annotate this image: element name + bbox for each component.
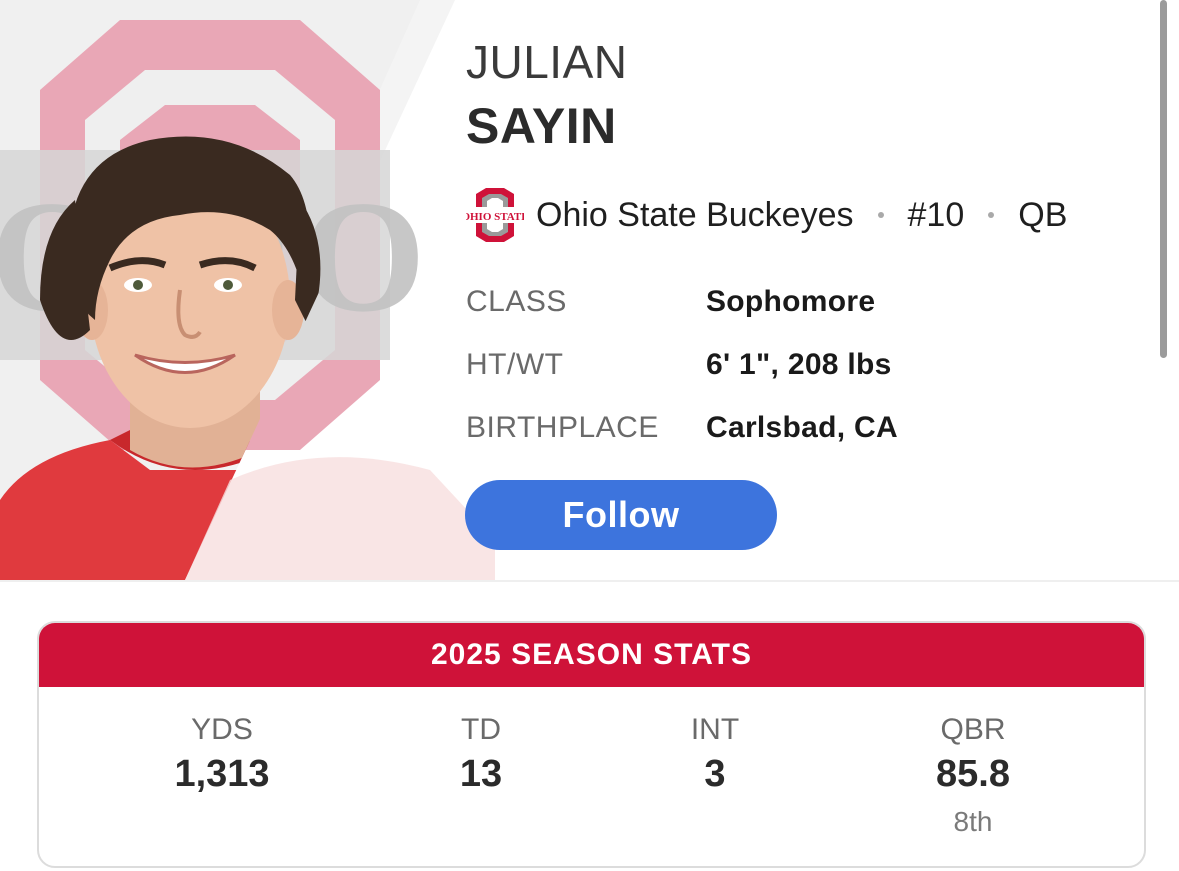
player-position: QB [1018,195,1068,234]
bio-value: Sophomore [706,284,876,318]
stat-label: TD [461,713,501,746]
player-first-name: JULIAN [466,36,628,88]
bio-value: 6' 1", 208 lbs [706,347,892,381]
stat-qbr: QBR 85.8 8th [863,711,1083,845]
bio-row-birthplace: BIRTHPLACE Carlsbad, CA [466,396,898,459]
player-last-name: SAYIN [466,98,617,154]
team-name-link[interactable]: Ohio State Buckeyes [536,196,854,235]
bio-value: Carlsbad, CA [706,410,898,444]
hero-divider [0,580,1179,582]
stat-value: 13 [459,753,503,795]
stat-label: INT [690,713,740,746]
separator-dot [988,212,995,218]
stat-rank: 8th [953,806,993,837]
ohio-state-logo-icon[interactable]: OHIO STATE [466,186,524,244]
player-headshot [0,136,495,580]
stat-yds: YDS 1,313 [112,711,332,799]
jersey-number: #10 [907,195,965,234]
bio-row-class: CLASS Sophomore [466,270,898,333]
season-stats-card[interactable]: 2025 SEASON STATS YDS 1,313 TD 13 INT 3 … [37,621,1146,868]
scrollbar[interactable] [1160,0,1167,358]
stat-value: 85.8 [936,753,1010,795]
bio-label: CLASS [466,284,567,318]
stat-value: 1,313 [174,753,270,795]
team-info-row: OHIO STATE Ohio State Buckeyes #10 QB [466,186,1067,244]
bio-row-height-weight: HT/WT 6' 1", 208 lbs [466,333,898,396]
separator-dot [877,212,884,218]
season-stats-title: 2025 SEASON STATS [39,623,1144,687]
stat-td: TD 13 [371,711,591,799]
bio-label: BIRTHPLACE [466,410,659,444]
bio-label: HT/WT [466,347,564,381]
stat-label: QBR [940,713,1006,746]
follow-button[interactable]: Follow [465,480,777,550]
svg-text:OHIO STATE: OHIO STATE [466,211,524,223]
stat-value: 3 [704,753,726,795]
season-stats-row: YDS 1,313 TD 13 INT 3 QBR 85.8 8th [39,687,1144,866]
player-profile-page: OHIO [0,0,1179,871]
stat-int: INT 3 [605,711,825,799]
bio-list: CLASS Sophomore HT/WT 6' 1", 208 lbs BIR… [466,270,898,459]
stat-label: YDS [191,713,253,746]
